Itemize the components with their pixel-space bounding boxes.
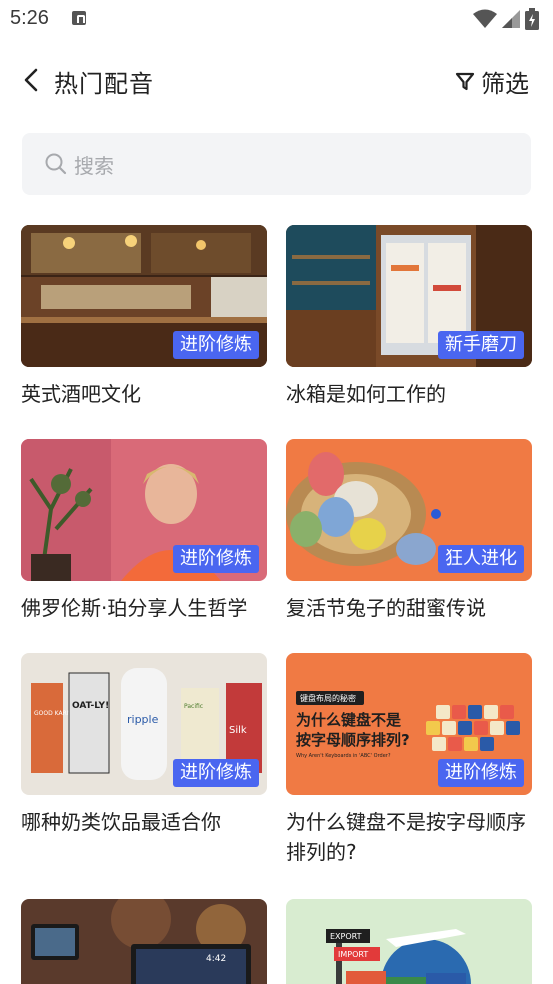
search-icon: [45, 153, 67, 175]
video-thumbnail[interactable]: 进阶修炼: [21, 225, 267, 367]
level-badge: 狂人进化: [438, 545, 524, 573]
video-thumbnail[interactable]: GOOD KARMA OAT-LY! ripple Pacific Silk 进…: [21, 653, 267, 795]
video-card[interactable]: 键盘布局的秘密 为什么键盘不是 按字母顺序排列? Why Aren't Keyb…: [286, 653, 532, 867]
video-card[interactable]: GOOD KARMA OAT-LY! ripple Pacific Silk 进…: [21, 653, 267, 837]
signal-icon: [502, 10, 520, 28]
thumb-headline: 按字母顺序排列?: [296, 731, 410, 749]
accessibility-notification-icon: [72, 11, 86, 25]
header: 热门配音 筛选: [0, 56, 553, 106]
video-title: 佛罗伦斯·珀分享人生哲学: [21, 596, 248, 620]
search-placeholder: 搜索: [74, 154, 114, 178]
carton-label: OAT-LY!: [72, 701, 109, 711]
status-bar: 5:26: [0, 0, 553, 40]
back-icon[interactable]: [18, 66, 46, 94]
video-card[interactable]: 狂人进化 复活节兔子的甜蜜传说: [286, 439, 532, 623]
import-sign: IMPORT: [338, 950, 368, 959]
filter-button[interactable]: 筛选: [455, 64, 529, 99]
level-badge: 进阶修炼: [438, 759, 524, 787]
video-title: 英式酒吧文化: [21, 382, 141, 406]
video-thumbnail[interactable]: EXPORT IMPORT: [286, 899, 532, 984]
level-badge: 进阶修炼: [173, 331, 259, 359]
filter-label: 筛选: [481, 70, 529, 98]
page-title: 热门配音: [54, 70, 154, 98]
battery-icon: [525, 8, 539, 30]
status-icons: [473, 8, 539, 30]
video-card[interactable]: 进阶修炼 佛罗伦斯·珀分享人生哲学: [21, 439, 267, 623]
carton-label: Pacific: [184, 703, 203, 710]
carton-label: ripple: [127, 713, 159, 726]
video-title: 为什么键盘不是按字母顺序排列的?: [286, 810, 526, 864]
filter-icon: [455, 72, 475, 90]
video-thumbnail[interactable]: 狂人进化: [286, 439, 532, 581]
video-card[interactable]: 新手磨刀 冰箱是如何工作的: [286, 225, 532, 409]
status-time: 5:26: [10, 7, 49, 29]
level-badge: 新手磨刀: [438, 331, 524, 359]
wifi-icon: [473, 9, 497, 28]
video-thumbnail[interactable]: 4:42: [21, 899, 267, 984]
level-badge: 进阶修炼: [173, 545, 259, 573]
thumb-headline: 为什么键盘不是: [296, 711, 402, 729]
video-title: 冰箱是如何工作的: [286, 382, 446, 406]
video-card[interactable]: 4:42: [21, 899, 267, 984]
thumb-timestamp: 4:42: [206, 954, 226, 964]
video-thumbnail[interactable]: 进阶修炼: [21, 439, 267, 581]
video-thumbnail[interactable]: 键盘布局的秘密 为什么键盘不是 按字母顺序排列? Why Aren't Keyb…: [286, 653, 532, 795]
thumb-tag: 键盘布局的秘密: [300, 693, 356, 703]
video-thumbnail[interactable]: 新手磨刀: [286, 225, 532, 367]
search-input[interactable]: 搜索: [22, 133, 531, 195]
export-sign: EXPORT: [330, 932, 362, 941]
video-title: 复活节兔子的甜蜜传说: [286, 596, 486, 620]
thumb-subtitle: Why Aren't Keyboards in 'ABC' Order?: [296, 753, 391, 759]
carton-label: Silk: [229, 725, 247, 736]
video-title: 哪种奶类饮品最适合你: [21, 810, 221, 834]
video-card[interactable]: 进阶修炼 英式酒吧文化: [21, 225, 267, 409]
video-card[interactable]: EXPORT IMPORT: [286, 899, 532, 984]
level-badge: 进阶修炼: [173, 759, 259, 787]
